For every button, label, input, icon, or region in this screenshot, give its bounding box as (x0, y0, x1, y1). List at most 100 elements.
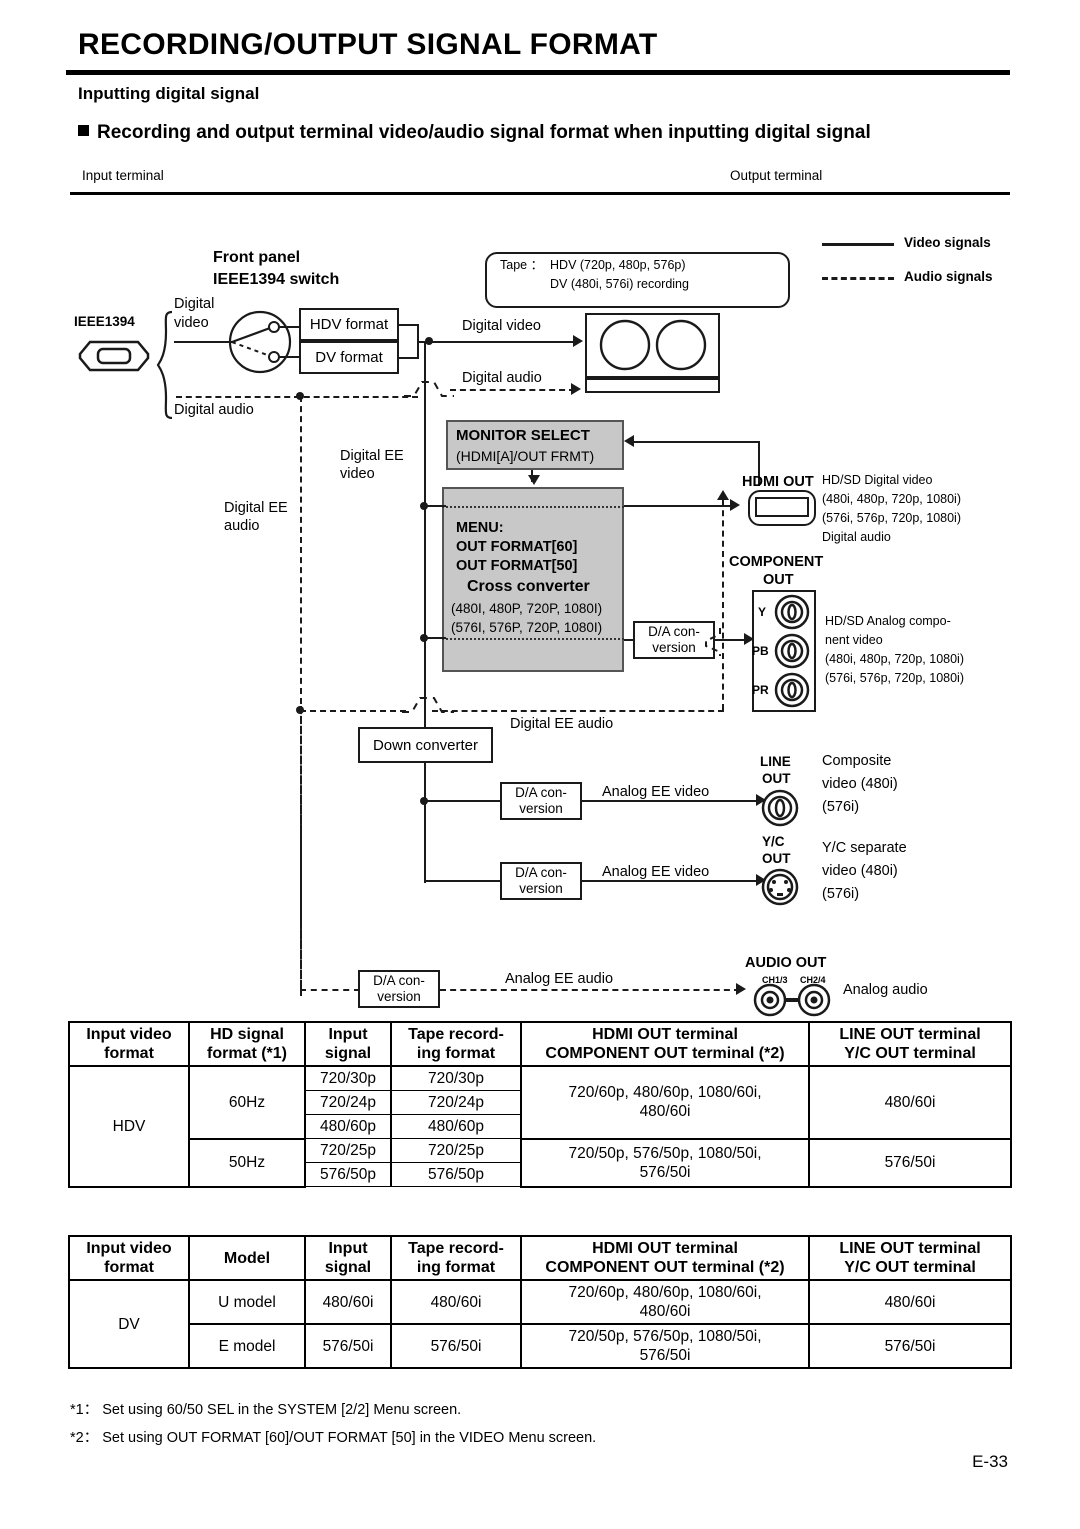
td-hdmi-l1: 720/60p, 480/60p, 1080/60i, (568, 1084, 762, 1102)
audio-out-rca-icons (753, 983, 831, 1017)
cross-converter-formats-60: (480I, 480P, 720P, 1080I) (451, 601, 603, 616)
th-l1: Tape record- (408, 1026, 504, 1043)
da-conv-line-2b: version (519, 881, 563, 896)
da-conversion-yc-box: D/A con- version (500, 862, 582, 900)
wire-hop-icon-2 (402, 697, 454, 713)
th-l1: Input video (86, 1240, 172, 1257)
td-input-video-format: HDV (68, 1065, 190, 1188)
th-l2: Y/C OUT terminal (844, 1259, 976, 1276)
hdmi-desc-3: Digital audio (822, 530, 891, 544)
arrow-digital-audio-to-vcr (571, 383, 581, 395)
digital-audio-input-label: Digital audio (174, 402, 254, 418)
wire-hop-icon-3 (705, 628, 721, 656)
hdv-format-label: HDV format (309, 316, 389, 333)
td-hdmi-l1: 720/50p, 576/50p, 1080/50i, (568, 1328, 762, 1345)
th-l2: ing format (416, 1259, 496, 1276)
front-panel-label-line2: IEEE1394 switch (213, 271, 340, 288)
input-brace-icon (156, 310, 173, 420)
digital-ee-audio-label2: audio (224, 518, 260, 534)
td-hdmi-l2: 480/60i (639, 1303, 691, 1320)
digital-ee-audio-mid-label: Digital EE audio (510, 716, 614, 732)
th-l1: Input (328, 1026, 368, 1043)
arrow-into-monitor-select (624, 435, 634, 447)
th-l1: LINE OUT terminal (839, 1240, 981, 1257)
da-conv-line1: D/A con- (648, 624, 700, 639)
td-input-video-format: DV (68, 1279, 190, 1369)
monitor-select-line1: MONITOR SELECT (456, 427, 590, 444)
th-l1: Input video (86, 1026, 172, 1043)
td-input-signal: 720/30p (304, 1065, 392, 1091)
line-out-bnc-icon (761, 789, 799, 827)
digital-ee-video-label2: video (340, 466, 375, 482)
yc-out-label2: OUT (762, 851, 791, 866)
td-hd-signal-60hz: 60Hz (188, 1065, 306, 1140)
td-hdmi-component: 720/50p, 576/50p, 1080/50i, 576/50i (520, 1137, 810, 1188)
arrow-to-hdmi-out (730, 499, 740, 511)
input-terminal-column-label: Input terminal (82, 168, 164, 183)
td-tape-format: 576/50p (390, 1162, 522, 1187)
th-input-video-format: Input video format (68, 1021, 190, 1067)
th-line-yc: LINE OUT terminal Y/C OUT terminal (808, 1021, 1012, 1067)
legend-audio-line-icon (822, 277, 894, 280)
line-out-label1: LINE (760, 754, 791, 769)
th-l2: Y/C OUT terminal (844, 1045, 976, 1062)
td-hdmi-l2: 480/60i (639, 1103, 691, 1121)
th-l2: ing format (416, 1045, 496, 1062)
hdmi-out-connector-inner (755, 497, 809, 517)
digital-video-line1: Digital (174, 296, 215, 312)
menu-line3: OUT FORMAT[50] (456, 558, 578, 574)
audio-out-label: AUDIO OUT (745, 955, 827, 971)
output-terminal-column-label: Output terminal (730, 168, 823, 183)
yc-desc-2: (576i) (822, 886, 860, 902)
monitor-select-line2: (HDMI[A]/OUT FRMT) (456, 448, 595, 464)
header-divider (70, 192, 1010, 195)
th-l2: COMPONENT OUT terminal (*2) (545, 1259, 785, 1276)
tape-line2: DV (480i, 576i) recording (550, 277, 689, 291)
line-out-label2: OUT (762, 771, 791, 786)
tape-line1: Tape ： HDV (720p, 480p, 576p) (500, 258, 686, 272)
vcr-base-icon (585, 378, 720, 393)
down-converter-label: Down converter (372, 736, 479, 754)
component-desc-0: HD/SD Analog compo- (825, 614, 951, 628)
digital-audio-to-vcr-label: Digital audio (462, 370, 542, 386)
analog-ee-video-label-2: Analog EE video (602, 864, 710, 880)
component-pin-y: Y (758, 605, 767, 619)
td-hdmi-component: 720/50p, 576/50p, 1080/50i, 576/50i (520, 1323, 810, 1369)
yc-out-label1: Y/C (762, 834, 785, 849)
menu-line2: OUT FORMAT[60] (456, 539, 578, 555)
th-l2: format (*1) (206, 1045, 287, 1062)
yc-desc-0: Y/C separate (822, 840, 907, 856)
legend-video-label: Video signals (904, 235, 991, 250)
legend-video-line-icon (822, 243, 894, 246)
line-desc-2: (576i) (822, 799, 860, 815)
td-model: U model (188, 1279, 306, 1325)
td-tape-format: 480/60p (390, 1114, 522, 1139)
th-l1: LINE OUT terminal (839, 1026, 981, 1043)
hdmi-desc-1: (480i, 480p, 720p, 1080i) (822, 492, 961, 506)
digital-video-to-vcr-label: Digital video (462, 318, 541, 334)
da-conv-audio-1: D/A con- (373, 973, 425, 988)
down-converter-box: Down converter (358, 727, 493, 763)
digital-video-input-label2: video (174, 315, 209, 331)
digital-ee-audio-run (432, 710, 724, 712)
th-l1: Tape record- (408, 1240, 504, 1257)
th-l2: signal (324, 1045, 372, 1062)
td-tape-format: 720/25p (390, 1138, 522, 1163)
th-input-signal: Input signal (304, 1235, 392, 1281)
td-input-signal: 720/24p (304, 1090, 392, 1115)
th-l1: HDMI OUT terminal (592, 1026, 738, 1043)
yc-out-svideo-icon (761, 868, 799, 906)
td-hdmi-component: 720/60p, 480/60p, 1080/60i, 480/60i (520, 1279, 810, 1325)
front-panel-label-line1: Front panel (213, 249, 301, 266)
da-conv-line-2a: D/A con- (515, 865, 567, 880)
da-conv-line2: version (652, 640, 696, 655)
th-l2: signal (324, 1259, 372, 1276)
component-desc-1: nent video (825, 633, 883, 647)
td-input-signal: 480/60p (304, 1114, 392, 1139)
th-l2: COMPONENT OUT terminal (*2) (545, 1045, 785, 1062)
td-hdmi-l1: 720/60p, 480/60p, 1080/60i, (568, 1284, 762, 1301)
td-hdmi-l2: 576/50i (639, 1163, 691, 1181)
component-pin-pr: PR (752, 683, 769, 697)
td-input-signal: 720/25p (304, 1138, 392, 1163)
td-model: E model (188, 1323, 306, 1369)
